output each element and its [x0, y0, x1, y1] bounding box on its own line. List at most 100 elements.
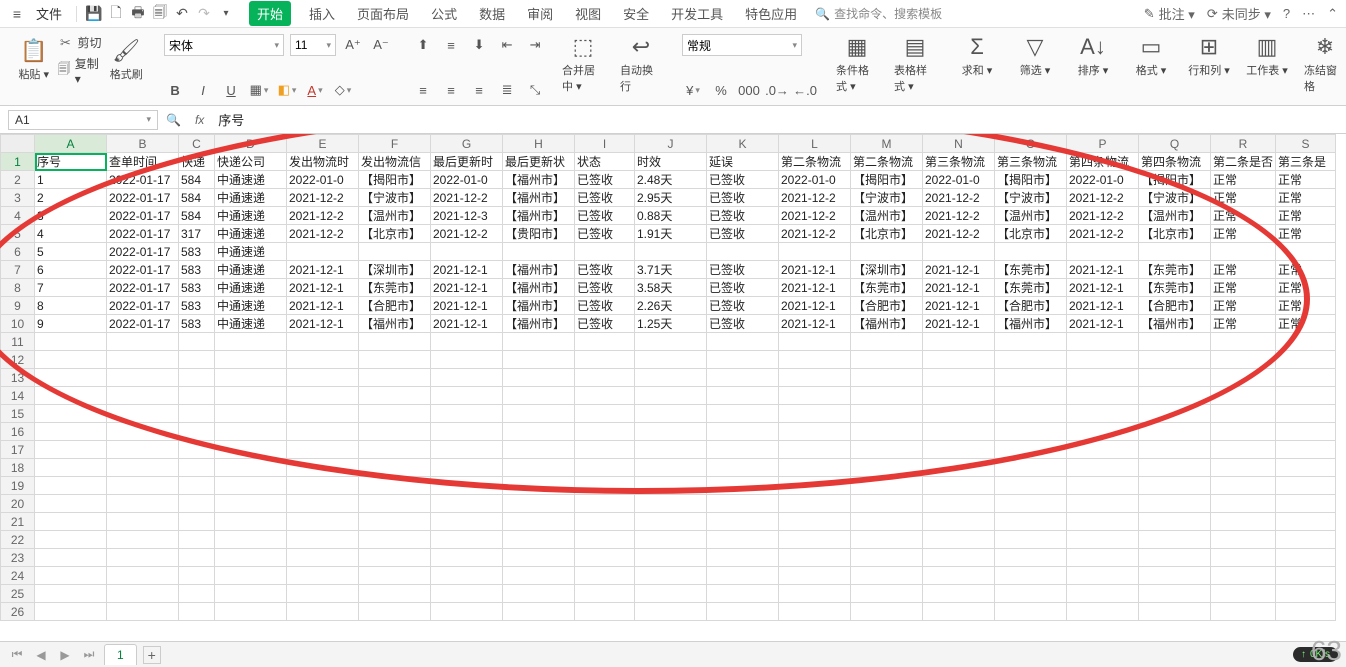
cell-J11[interactable] — [635, 333, 707, 351]
cell-F24[interactable] — [359, 567, 431, 585]
cell-M15[interactable] — [851, 405, 923, 423]
cell-M23[interactable] — [851, 549, 923, 567]
cell-I4[interactable]: 已签收 — [575, 207, 635, 225]
cell-Q13[interactable] — [1139, 369, 1211, 387]
cell-N13[interactable] — [923, 369, 995, 387]
cell-O2[interactable]: 【揭阳市】 — [995, 171, 1067, 189]
cell-O24[interactable] — [995, 567, 1067, 585]
cell-S20[interactable] — [1276, 495, 1336, 513]
cell-B2[interactable]: 2022-01-17 — [107, 171, 179, 189]
cell-S6[interactable] — [1276, 243, 1336, 261]
cell-R21[interactable] — [1211, 513, 1276, 531]
cell-Q20[interactable] — [1139, 495, 1211, 513]
col-header-M[interactable]: M — [851, 135, 923, 153]
cell-N17[interactable] — [923, 441, 995, 459]
cell-G2[interactable]: 2022-01-0 — [431, 171, 503, 189]
cell-L6[interactable] — [779, 243, 851, 261]
cell-A23[interactable] — [35, 549, 107, 567]
cell-Q5[interactable]: 【北京市】 — [1139, 225, 1211, 243]
cell-K15[interactable] — [707, 405, 779, 423]
fx-icon[interactable]: fx — [195, 113, 204, 127]
cell-M10[interactable]: 【福州市】 — [851, 315, 923, 333]
cell-K5[interactable]: 已签收 — [707, 225, 779, 243]
cell-K4[interactable]: 已签收 — [707, 207, 779, 225]
more-font-icon[interactable]: ◇▾ — [332, 79, 354, 101]
cell-I18[interactable] — [575, 459, 635, 477]
cell-Q15[interactable] — [1139, 405, 1211, 423]
cell-M11[interactable] — [851, 333, 923, 351]
cell-M5[interactable]: 【北京市】 — [851, 225, 923, 243]
cell-S15[interactable] — [1276, 405, 1336, 423]
cell-A17[interactable] — [35, 441, 107, 459]
cell-G21[interactable] — [431, 513, 503, 531]
cell-H7[interactable]: 【福州市】 — [503, 261, 575, 279]
cell-O22[interactable] — [995, 531, 1067, 549]
cell-Q26[interactable] — [1139, 603, 1211, 621]
cell-O9[interactable]: 【合肥市】 — [995, 297, 1067, 315]
cell-Q25[interactable] — [1139, 585, 1211, 603]
col-header-N[interactable]: N — [923, 135, 995, 153]
cell-E11[interactable] — [287, 333, 359, 351]
cell-H3[interactable]: 【福州市】 — [503, 189, 575, 207]
cell-O14[interactable] — [995, 387, 1067, 405]
cell-Q24[interactable] — [1139, 567, 1211, 585]
more-icon[interactable]: ⋯ — [1302, 6, 1315, 22]
thousands-icon[interactable]: 000 — [738, 79, 760, 101]
cell-E2[interactable]: 2022-01-0 — [287, 171, 359, 189]
cell-S3[interactable]: 正常 — [1276, 189, 1336, 207]
command-search[interactable]: 🔍 查找命令、搜索模板 — [815, 5, 942, 22]
cell-N16[interactable] — [923, 423, 995, 441]
cell-K6[interactable] — [707, 243, 779, 261]
cell-N22[interactable] — [923, 531, 995, 549]
cell-B22[interactable] — [107, 531, 179, 549]
cell-A6[interactable]: 5 — [35, 243, 107, 261]
cell-F17[interactable] — [359, 441, 431, 459]
cell-H8[interactable]: 【福州市】 — [503, 279, 575, 297]
col-header-D[interactable]: D — [215, 135, 287, 153]
cell-N21[interactable] — [923, 513, 995, 531]
cell-O15[interactable] — [995, 405, 1067, 423]
cell-B13[interactable] — [107, 369, 179, 387]
freeze-panes-button[interactable]: ❄冻结窗格 — [1304, 34, 1346, 94]
cell-R14[interactable] — [1211, 387, 1276, 405]
cell-N23[interactable] — [923, 549, 995, 567]
col-header-S[interactable]: S — [1276, 135, 1336, 153]
cell-J20[interactable] — [635, 495, 707, 513]
cell-A22[interactable] — [35, 531, 107, 549]
cell-I16[interactable] — [575, 423, 635, 441]
ribbon-tab-5[interactable]: 审阅 — [523, 1, 557, 26]
cell-R26[interactable] — [1211, 603, 1276, 621]
cell-K24[interactable] — [707, 567, 779, 585]
decrease-font-icon[interactable]: A⁻ — [370, 34, 392, 56]
sheet-nav-prev-icon[interactable]: ◀ — [32, 646, 50, 664]
italic-icon[interactable]: I — [192, 79, 214, 101]
cell-C7[interactable]: 583 — [179, 261, 215, 279]
cell-D8[interactable]: 中通速递 — [215, 279, 287, 297]
cell-Q9[interactable]: 【合肥市】 — [1139, 297, 1211, 315]
cell-B5[interactable]: 2022-01-17 — [107, 225, 179, 243]
cell-G10[interactable]: 2021-12-1 — [431, 315, 503, 333]
cell-F15[interactable] — [359, 405, 431, 423]
cell-O17[interactable] — [995, 441, 1067, 459]
cell-L1[interactable]: 第二条物流 — [779, 153, 851, 171]
cell-F22[interactable] — [359, 531, 431, 549]
cell-Q8[interactable]: 【东莞市】 — [1139, 279, 1211, 297]
cell-R25[interactable] — [1211, 585, 1276, 603]
cell-L12[interactable] — [779, 351, 851, 369]
cell-D3[interactable]: 中通速递 — [215, 189, 287, 207]
cell-K11[interactable] — [707, 333, 779, 351]
currency-icon[interactable]: ¥▾ — [682, 79, 704, 101]
cell-C4[interactable]: 584 — [179, 207, 215, 225]
cell-C1[interactable]: 快递 — [179, 153, 215, 171]
cell-E20[interactable] — [287, 495, 359, 513]
cell-H16[interactable] — [503, 423, 575, 441]
cell-H23[interactable] — [503, 549, 575, 567]
cell-O11[interactable] — [995, 333, 1067, 351]
cell-S24[interactable] — [1276, 567, 1336, 585]
cell-F8[interactable]: 【东莞市】 — [359, 279, 431, 297]
cell-Q22[interactable] — [1139, 531, 1211, 549]
cell-K3[interactable]: 已签收 — [707, 189, 779, 207]
cell-C8[interactable]: 583 — [179, 279, 215, 297]
cell-N18[interactable] — [923, 459, 995, 477]
cell-N14[interactable] — [923, 387, 995, 405]
